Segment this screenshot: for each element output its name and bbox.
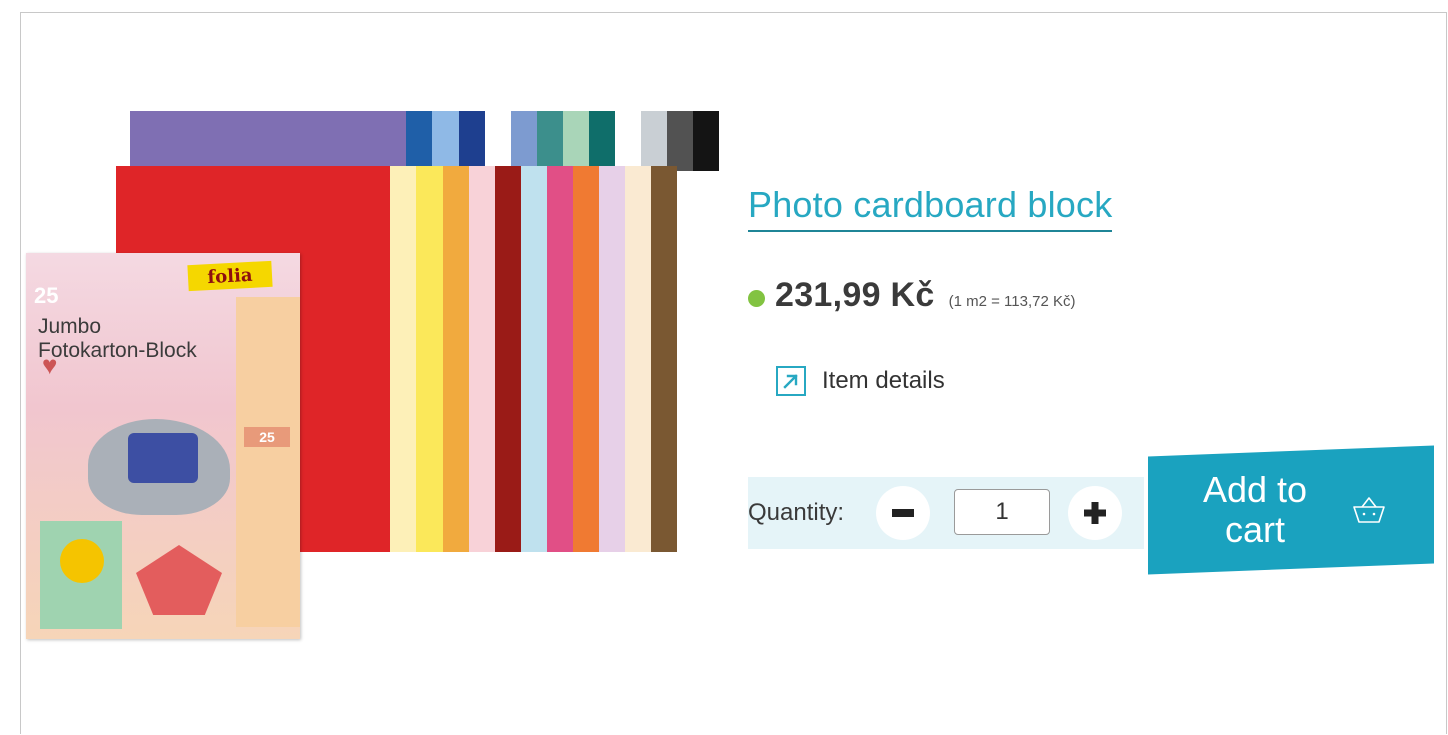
product-package: 25 folia Jumbo Fotokarton-Block ♥ 25	[26, 253, 300, 639]
elephant-blanket	[128, 433, 198, 483]
back-sheet	[589, 111, 615, 171]
basket-icon	[1353, 497, 1385, 523]
add-to-cart-content: Add to cart	[1148, 451, 1434, 569]
sheets-back	[130, 111, 719, 171]
plus-icon	[1084, 502, 1106, 524]
product-title-link[interactable]: Photo cardboard block	[748, 184, 1113, 232]
unit-price: (1 m2 = 113,72 Kč)	[948, 293, 1076, 310]
external-arrow-icon	[776, 366, 806, 396]
product-image[interactable]: 25 folia Jumbo Fotokarton-Block ♥ 25	[26, 111, 719, 671]
front-sheet	[547, 166, 573, 552]
quantity-input[interactable]	[954, 489, 1050, 535]
front-sheet	[469, 166, 495, 552]
elephant-illustration	[88, 419, 230, 515]
back-sheet	[667, 111, 693, 171]
back-sheet	[432, 111, 459, 171]
sunflower-illustration	[60, 539, 104, 583]
increase-quantity-button[interactable]	[1068, 486, 1122, 540]
decrease-quantity-button[interactable]	[876, 486, 930, 540]
stock-status-dot	[748, 290, 765, 307]
product-price: 231,99 Kč	[775, 276, 935, 314]
front-sheet	[599, 166, 625, 552]
package-side-panel: 25	[236, 297, 300, 627]
back-sheet	[130, 111, 406, 171]
front-sheet	[573, 166, 599, 552]
front-sheet	[625, 166, 651, 552]
item-details-link[interactable]: Item details	[776, 366, 945, 396]
add-to-cart-label: Add to cart	[1202, 469, 1308, 550]
minus-icon	[892, 509, 914, 517]
back-sheet	[563, 111, 589, 171]
back-sheet	[693, 111, 719, 171]
front-sheet	[651, 166, 677, 552]
package-count: 25	[34, 283, 59, 308]
front-sheet	[521, 166, 547, 552]
add-to-cart-button[interactable]: Add to cart	[1148, 445, 1434, 575]
back-sheet	[537, 111, 563, 171]
front-sheet	[495, 166, 521, 552]
box-illustration	[136, 545, 222, 615]
quantity-label: Quantity:	[748, 499, 845, 526]
back-sheet	[485, 111, 511, 171]
back-sheet	[511, 111, 537, 171]
back-sheet	[459, 111, 485, 171]
front-sheet	[416, 166, 443, 552]
price-row: 231,99 Kč (1 m2 = 113,72 Kč)	[748, 276, 1075, 315]
front-sheet	[443, 166, 469, 552]
heart-icon: ♥	[42, 350, 58, 380]
back-sheet	[641, 111, 667, 171]
brand-logo: folia	[187, 260, 273, 292]
item-details-label: Item details	[822, 367, 945, 394]
front-sheet	[390, 166, 416, 552]
back-sheet	[406, 111, 432, 171]
package-title-line1: Jumbo	[38, 315, 102, 338]
back-sheet	[615, 111, 641, 171]
package-side-count: 25	[244, 427, 290, 447]
quantity-bar: Quantity:	[748, 477, 1144, 549]
